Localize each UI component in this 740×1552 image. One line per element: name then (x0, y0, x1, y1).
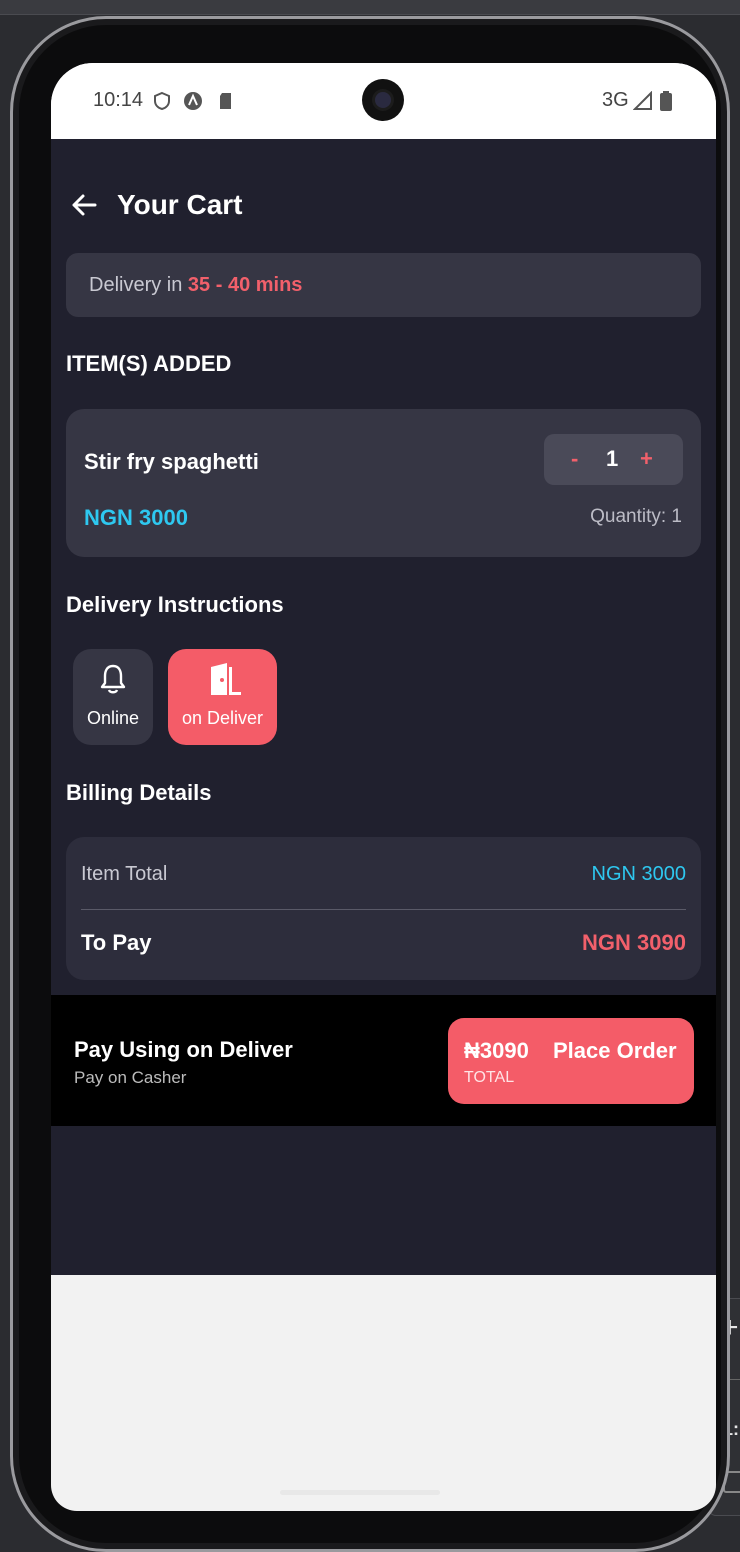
delivery-prefix: Delivery in (89, 274, 188, 296)
delivery-estimate: Delivery in 35 - 40 mins (89, 274, 302, 297)
network-type: 3G (602, 89, 629, 111)
order-amount: ₦3090 (464, 1038, 529, 1063)
billing-divider (81, 909, 686, 910)
emulator-top-bar (0, 0, 740, 15)
delivery-instructions-title: Delivery Instructions (66, 592, 284, 617)
back-arrow-icon[interactable] (69, 190, 99, 220)
order-total-label: TOTAL (464, 1069, 515, 1086)
option-label: Online (86, 708, 140, 728)
phone-frame: 10:14 3G Your Cart Delivery in 35 - 40 m… (10, 16, 730, 1552)
app-notification-icon (184, 92, 202, 110)
bell-icon (100, 664, 126, 694)
place-order-button[interactable]: ₦3090 Place Order TOTAL (448, 1018, 694, 1104)
status-bar: 10:14 3G (51, 63, 716, 139)
payment-method-subtitle: Pay on Casher (74, 1068, 187, 1087)
decrease-quantity-button[interactable]: - (571, 446, 578, 472)
item-total-label: Item Total (81, 863, 168, 885)
billing-card: Item Total NGN 3000 To Pay NGN 3090 (66, 837, 701, 980)
quantity-value: 1 (606, 446, 619, 471)
cart-screen: Your Cart Delivery in 35 - 40 mins ITEM(… (51, 139, 716, 1275)
item-quantity-label: Quantity: 1 (590, 506, 682, 527)
place-order-label: Place Order (553, 1038, 677, 1063)
sd-card-icon (220, 93, 231, 109)
shield-icon (154, 91, 170, 111)
billing-details-title: Billing Details (66, 780, 212, 805)
option-label: on Deliver (181, 708, 264, 728)
payment-method-title: Pay Using on Deliver (74, 1037, 293, 1062)
delivery-time: 35 - 40 mins (187, 274, 303, 296)
phone-screen: 10:14 3G Your Cart Delivery in 35 - 40 m… (51, 63, 716, 1511)
increase-quantity-button[interactable]: + (640, 446, 653, 472)
door-icon (204, 663, 241, 695)
delivery-estimate-banner: Delivery in 35 - 40 mins (66, 253, 701, 317)
items-section-title: ITEM(S) ADDED (66, 351, 232, 376)
item-price: NGN 3000 (84, 505, 188, 530)
header: Your Cart (69, 185, 243, 225)
battery-icon (660, 91, 672, 111)
item-name: Stir fry spaghetti (84, 449, 259, 474)
page-title: Your Cart (117, 189, 243, 220)
signal-icon (633, 91, 652, 110)
front-camera (362, 79, 404, 121)
to-pay-label: To Pay (81, 930, 152, 955)
cart-item-card: Stir fry spaghetti - 1 + NGN 3000 Quanti… (66, 409, 701, 557)
payment-bar: Pay Using on Deliver Pay on Casher ₦3090… (51, 995, 716, 1126)
home-indicator[interactable] (280, 1490, 440, 1495)
instruction-option-online[interactable]: Online (73, 649, 153, 745)
item-total-value: NGN 3000 (591, 863, 687, 885)
quantity-stepper: - 1 + (544, 434, 683, 485)
status-time: 10:14 (93, 89, 144, 111)
instruction-option-on-deliver[interactable]: on Deliver (168, 649, 277, 745)
to-pay-value: NGN 3090 (582, 930, 686, 955)
